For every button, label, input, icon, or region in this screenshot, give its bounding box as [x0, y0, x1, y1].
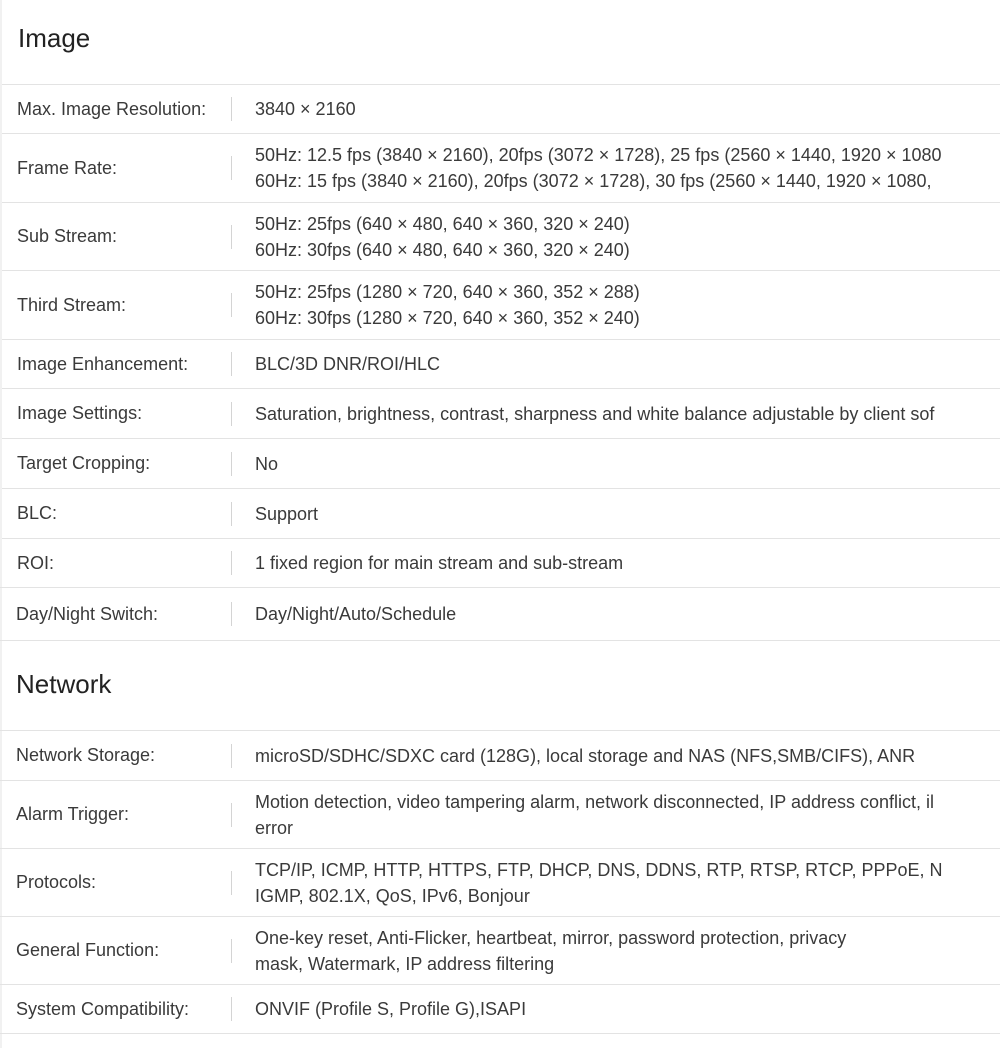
spec-label: System Compatibility:: [16, 998, 190, 1019]
spec-label: Image Settings:: [17, 403, 143, 423]
spec-label: Frame Rate:: [17, 157, 118, 178]
spec-value: ONVIF (Profile S, Profile G),ISAPI: [255, 996, 1000, 1022]
spec-value: Saturation, brightness, contrast, sharpn…: [255, 401, 1000, 427]
spec-label: Image Enhancement:: [17, 353, 189, 374]
spec-label: Target Cropping:: [17, 453, 151, 473]
spec-row-sub-stream: Sub Stream: 50Hz: 25fps (640 × 480, 640 …: [2, 202, 1000, 270]
spec-value: 50Hz: 12.5 fps (3840 × 2160), 20fps (307…: [255, 142, 1000, 194]
spec-value: microSD/SDHC/SDXC card (128G), local sto…: [255, 743, 1000, 769]
image-section-title: Image: [18, 23, 91, 53]
image-spec-table: Max. Image Resolution: 3840 × 2160 Frame…: [0, 84, 1000, 641]
spec-value-line: 60Hz: 30fps (640 × 480, 640 × 360, 320 ×…: [255, 239, 630, 260]
spec-value-line: Saturation, brightness, contrast, sharpn…: [255, 403, 935, 424]
spec-value: 50Hz: 25fps (1280 × 720, 640 × 360, 352 …: [255, 279, 1000, 331]
spec-page: Image Max. Image Resolution: 3840 × 2160…: [0, 0, 1000, 1048]
spec-label: Max. Image Resolution:: [17, 98, 207, 119]
column-divider: [231, 551, 232, 575]
spec-label: Protocols:: [16, 872, 97, 892]
network-section-title: Network: [16, 669, 112, 699]
spec-label: ROI:: [17, 552, 55, 573]
spec-value-line: Support: [255, 503, 319, 524]
spec-row-blc: BLC: Support: [2, 488, 1000, 538]
spec-label: BLC:: [17, 503, 58, 523]
spec-row-alarm-trigger: Alarm Trigger: Motion detection, video t…: [0, 780, 1000, 848]
spec-row-image-enhancement: Image Enhancement: BLC/3D DNR/ROI/HLC: [2, 339, 1000, 388]
spec-row-max-image-resolution: Max. Image Resolution: 3840 × 2160: [2, 84, 1000, 133]
column-divider: [231, 501, 232, 526]
spec-value: 3840 × 2160: [255, 96, 1000, 122]
spec-value-line: microSD/SDHC/SDXC card (128G), local sto…: [255, 745, 916, 766]
spec-value: BLC/3D DNR/ROI/HLC: [255, 351, 1000, 377]
spec-value: 50Hz: 25fps (640 × 480, 640 × 360, 320 ×…: [255, 211, 1000, 263]
column-divider: [231, 997, 232, 1021]
spec-value: TCP/IP, ICMP, HTTP, HTTPS, FTP, DHCP, DN…: [255, 857, 1000, 909]
spec-row-image-settings: Image Settings: Saturation, brightness, …: [2, 388, 1000, 438]
spec-value-line: Motion detection, video tampering alarm,…: [255, 791, 935, 812]
spec-row-third-stream: Third Stream: 50Hz: 25fps (1280 × 720, 6…: [2, 270, 1000, 339]
column-divider: [231, 802, 232, 827]
column-divider: [231, 401, 232, 426]
column-divider: [231, 870, 232, 895]
column-divider: [231, 743, 232, 768]
spec-label: General Function:: [16, 940, 160, 960]
spec-label: Sub Stream:: [17, 226, 118, 246]
spec-value-line: Day/Night/Auto/Schedule: [255, 604, 457, 624]
column-divider: [231, 156, 232, 180]
spec-row-roi: ROI: 1 fixed region for main stream and …: [2, 538, 1000, 587]
spec-value-line: TCP/IP, ICMP, HTTP, HTTPS, FTP, DHCP, DN…: [255, 859, 943, 880]
spec-value-line: ONVIF (Profile S, Profile G),ISAPI: [255, 999, 527, 1019]
spec-value-line: 60Hz: 15 fps (3840 × 2160), 20fps (3072 …: [255, 171, 932, 191]
spec-value-line: 50Hz: 25fps (640 × 480, 640 × 360, 320 ×…: [255, 213, 630, 234]
spec-value-line: No: [255, 453, 279, 474]
column-divider: [231, 938, 232, 963]
spec-row-frame-rate: Frame Rate: 50Hz: 12.5 fps (3840 × 2160)…: [2, 133, 1000, 202]
spec-row-protocols: Protocols: TCP/IP, ICMP, HTTP, HTTPS, FT…: [0, 848, 1000, 916]
spec-label: Third Stream:: [17, 294, 127, 315]
spec-row-general-function: General Function: One-key reset, Anti-Fl…: [0, 916, 1000, 984]
spec-value-line: 1 fixed region for main stream and sub-s…: [255, 553, 624, 573]
column-divider: [231, 293, 232, 317]
spec-value: Day/Night/Auto/Schedule: [255, 601, 1000, 627]
spec-label: Alarm Trigger:: [16, 804, 130, 824]
spec-value-line: error: [255, 817, 294, 838]
spec-row-target-cropping: Target Cropping: No: [2, 438, 1000, 488]
column-divider: [231, 224, 232, 249]
spec-label: Network Storage:: [16, 745, 156, 765]
spec-value-line: One-key reset, Anti-Flicker, heartbeat, …: [255, 927, 847, 948]
spec-value: One-key reset, Anti-Flicker, heartbeat, …: [255, 925, 1000, 977]
spec-value: 1 fixed region for main stream and sub-s…: [255, 550, 1000, 576]
network-spec-table: Network Storage: microSD/SDHC/SDXC card …: [0, 730, 1000, 1034]
spec-value: Motion detection, video tampering alarm,…: [255, 789, 1000, 841]
column-divider: [231, 97, 232, 121]
spec-row-network-storage: Network Storage: microSD/SDHC/SDXC card …: [0, 730, 1000, 780]
spec-value-line: BLC/3D DNR/ROI/HLC: [255, 354, 441, 374]
spec-row-day-night-switch: Day/Night Switch: Day/Night/Auto/Schedul…: [0, 587, 1000, 641]
spec-row-system-compatibility: System Compatibility: ONVIF (Profile S, …: [0, 984, 1000, 1034]
spec-value: No: [255, 451, 1000, 477]
spec-value-line: 3840 × 2160: [255, 99, 356, 119]
spec-label: Day/Night Switch:: [16, 603, 159, 624]
spec-value-line: mask, Watermark, IP address filtering: [255, 953, 555, 974]
spec-value-line: IGMP, 802.1X, QoS, IPv6, Bonjour: [255, 885, 530, 906]
column-divider: [231, 602, 232, 626]
column-divider: [231, 451, 232, 476]
column-divider: [231, 352, 232, 376]
spec-value-line: 50Hz: 12.5 fps (3840 × 2160), 20fps (307…: [255, 145, 942, 165]
spec-value-line: 60Hz: 30fps (1280 × 720, 640 × 360, 352 …: [255, 308, 640, 328]
spec-value-line: 50Hz: 25fps (1280 × 720, 640 × 360, 352 …: [255, 282, 640, 302]
spec-value: Support: [255, 501, 1000, 527]
